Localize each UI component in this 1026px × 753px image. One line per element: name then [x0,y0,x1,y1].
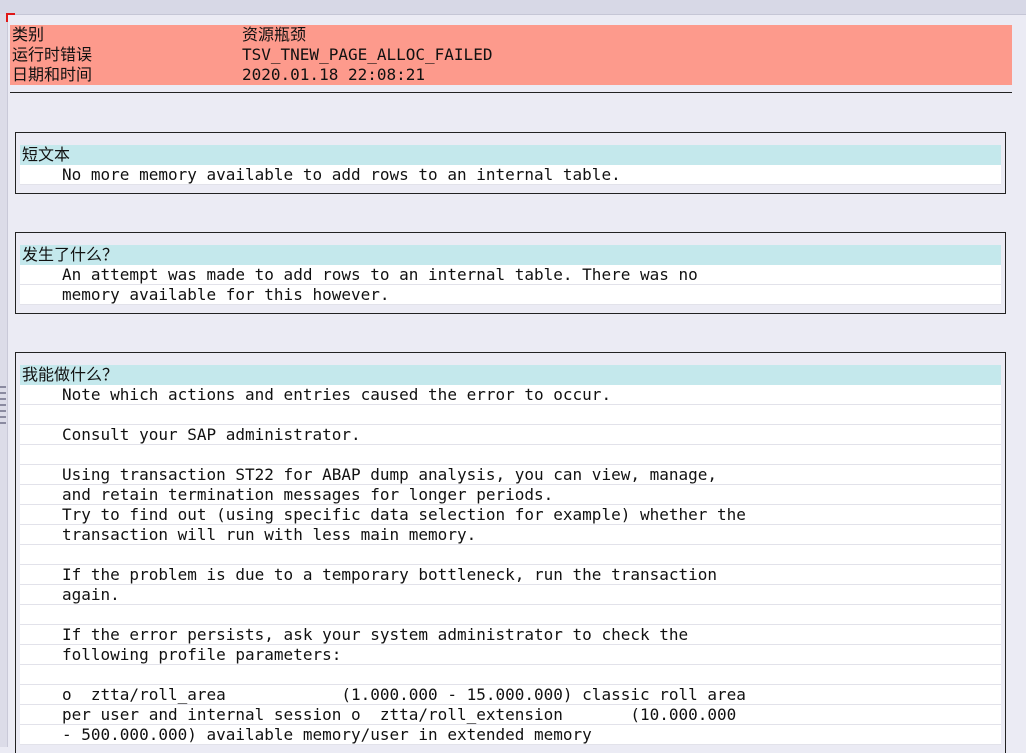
dump-header: 类别 资源瓶颈 运行时错误 TSV_TNEW_PAGE_ALLOC_FAILED… [10,25,1012,85]
section-title: 短文本 [20,145,1001,165]
runtime-error-value: TSV_TNEW_PAGE_ALLOC_FAILED [242,45,493,64]
header-divider [10,92,1012,93]
datetime-value: 2020.01.18 22:08:21 [242,65,426,84]
category-label: 类别 [12,25,45,44]
text-line: Try to find out (using specific data sel… [20,505,1001,525]
header-row-category: 类别 资源瓶颈 [10,25,1012,45]
section-what-can-i-do: 我能做什么？ Note which actions and entries ca… [15,352,1006,753]
text-line [20,445,1001,465]
top-toolbar-strip [0,0,1026,15]
text-line: per user and internal session o ztta/rol… [20,705,1001,725]
category-value: 资源瓶颈 [242,25,307,44]
text-line [20,665,1001,685]
text-line: following profile parameters: [20,645,1001,665]
resize-grip-icon[interactable] [0,386,6,426]
text-line [20,405,1001,425]
section-what-happened: 发生了什么？ An attempt was made to add rows t… [15,232,1006,314]
section-title: 发生了什么？ [20,245,1001,265]
text-line: and retain termination messages for long… [20,485,1001,505]
header-row-runtime-error: 运行时错误 TSV_TNEW_PAGE_ALLOC_FAILED [10,45,1012,65]
text-line: o ztta/roll_area (1.000.000 - 15.000.000… [20,685,1001,705]
section-title: 我能做什么？ [20,365,1001,385]
text-line: again. [20,585,1001,605]
text-line: No more memory available to add rows to … [20,165,1001,185]
datetime-label: 日期和时间 [12,65,93,84]
text-line: Note which actions and entries caused th… [20,385,1001,405]
text-line [20,545,1001,565]
text-line: If the error persists, ask your system a… [20,625,1001,645]
text-line: Using transaction ST22 for ABAP dump ana… [20,465,1001,485]
text-line [20,605,1001,625]
text-line: Consult your SAP administrator. [20,425,1001,445]
text-line: If the problem is due to a temporary bot… [20,565,1001,585]
section-short-text: 短文本 No more memory available to add rows… [15,132,1006,194]
text-line: transaction will run with less main memo… [20,525,1001,545]
corner-marker-icon [6,13,15,22]
header-row-datetime: 日期和时间 2020.01.18 22:08:21 [10,65,1012,85]
text-line: memory available for this however. [20,285,1001,305]
text-line: - 500.000.000) available memory/user in … [20,725,1001,745]
runtime-error-label: 运行时错误 [12,45,93,64]
text-line: An attempt was made to add rows to an in… [20,265,1001,285]
left-gutter [0,14,8,747]
